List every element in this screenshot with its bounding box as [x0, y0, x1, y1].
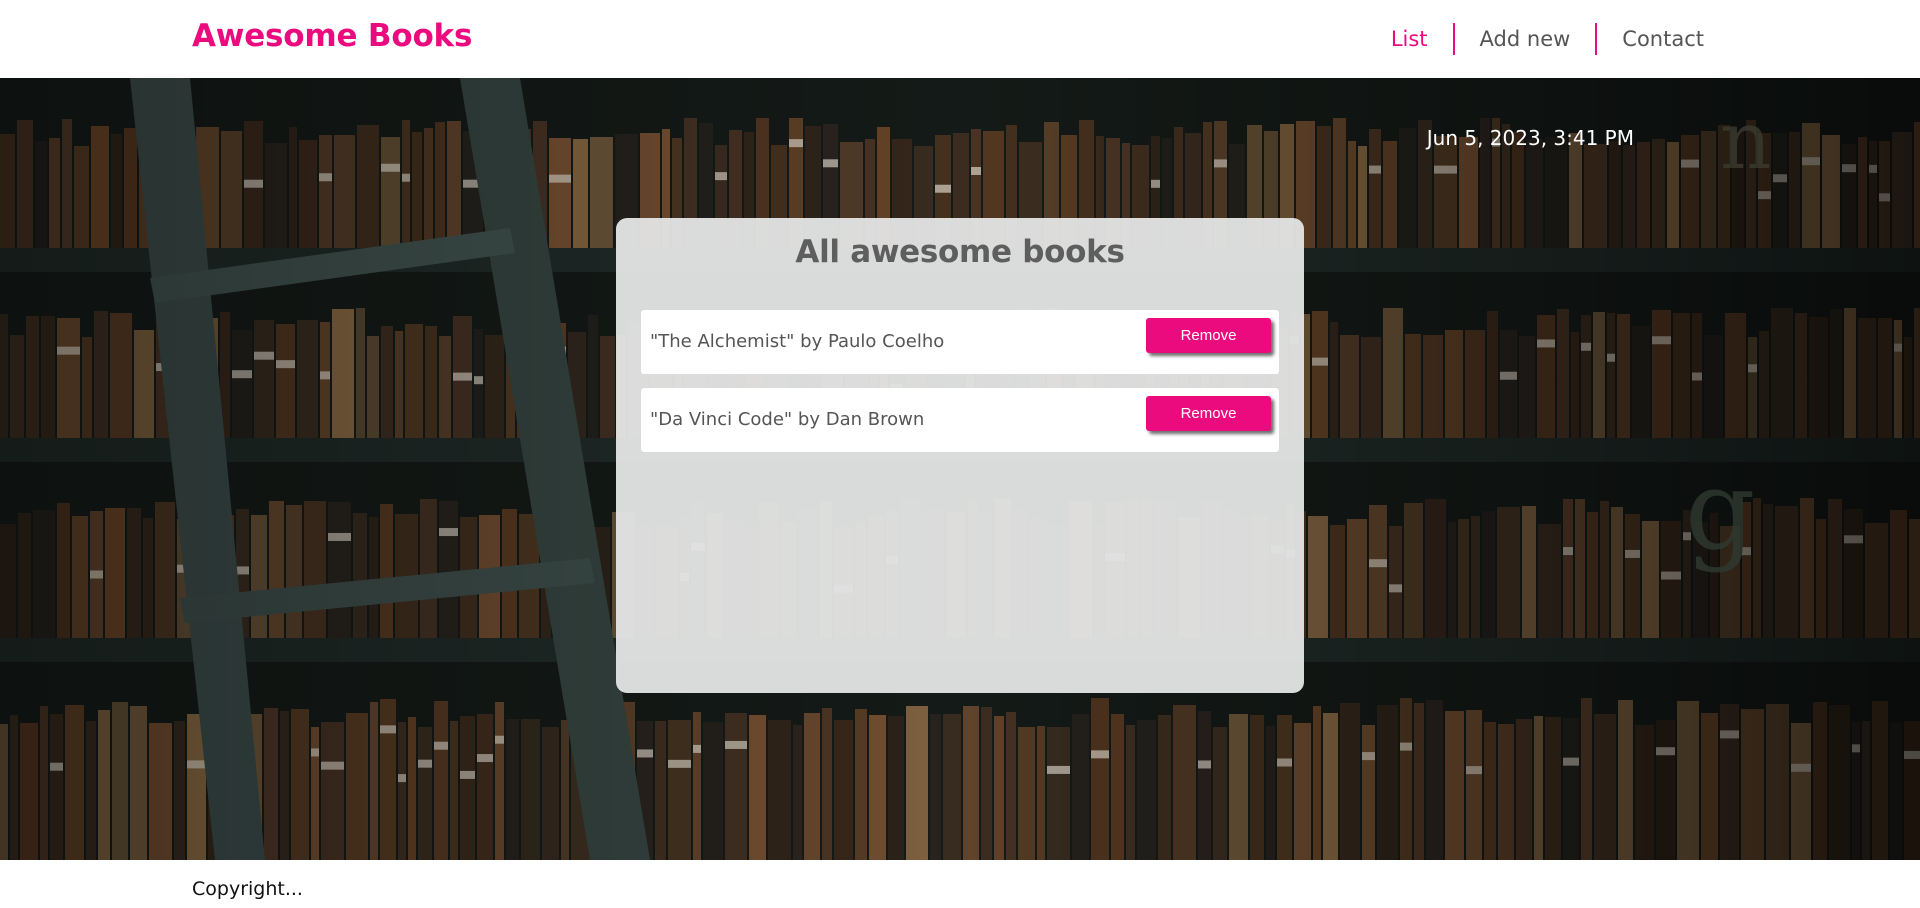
current-datetime: Jun 5, 2023, 3:41 PM: [1426, 126, 1634, 150]
site-logo[interactable]: Awesome Books: [192, 18, 472, 54]
book-title-author: "The Alchemist" by Paulo Coelho: [650, 331, 945, 352]
books-list-card: All awesome books "The Alchemist" by Pau…: [616, 218, 1304, 693]
book-title-author: "Da Vinci Code" by Dan Brown: [650, 409, 925, 430]
remove-button[interactable]: Remove: [1146, 396, 1271, 431]
nav-add-new-link[interactable]: Add new: [1455, 22, 1596, 56]
svg-text:n: n: [1720, 94, 1772, 187]
book-list-item: "The Alchemist" by Paulo Coelho Remove: [641, 310, 1279, 374]
svg-text:g: g: [1685, 446, 1755, 574]
footer: Copyright...: [0, 860, 1920, 908]
remove-button[interactable]: Remove: [1146, 318, 1271, 353]
nav-contact-link[interactable]: Contact: [1597, 22, 1704, 56]
book-list-item: "Da Vinci Code" by Dan Brown Remove: [641, 388, 1279, 452]
card-title: All awesome books: [795, 234, 1125, 270]
nav-list-link[interactable]: List: [1391, 22, 1453, 56]
copyright-text: Copyright...: [192, 878, 303, 900]
header: Awesome Books List Add new Contact: [0, 0, 1920, 78]
library-background: n g Jun 5, 2023, 3:41 PM All awesome boo…: [0, 78, 1920, 860]
main-nav: List Add new Contact: [1391, 22, 1704, 56]
